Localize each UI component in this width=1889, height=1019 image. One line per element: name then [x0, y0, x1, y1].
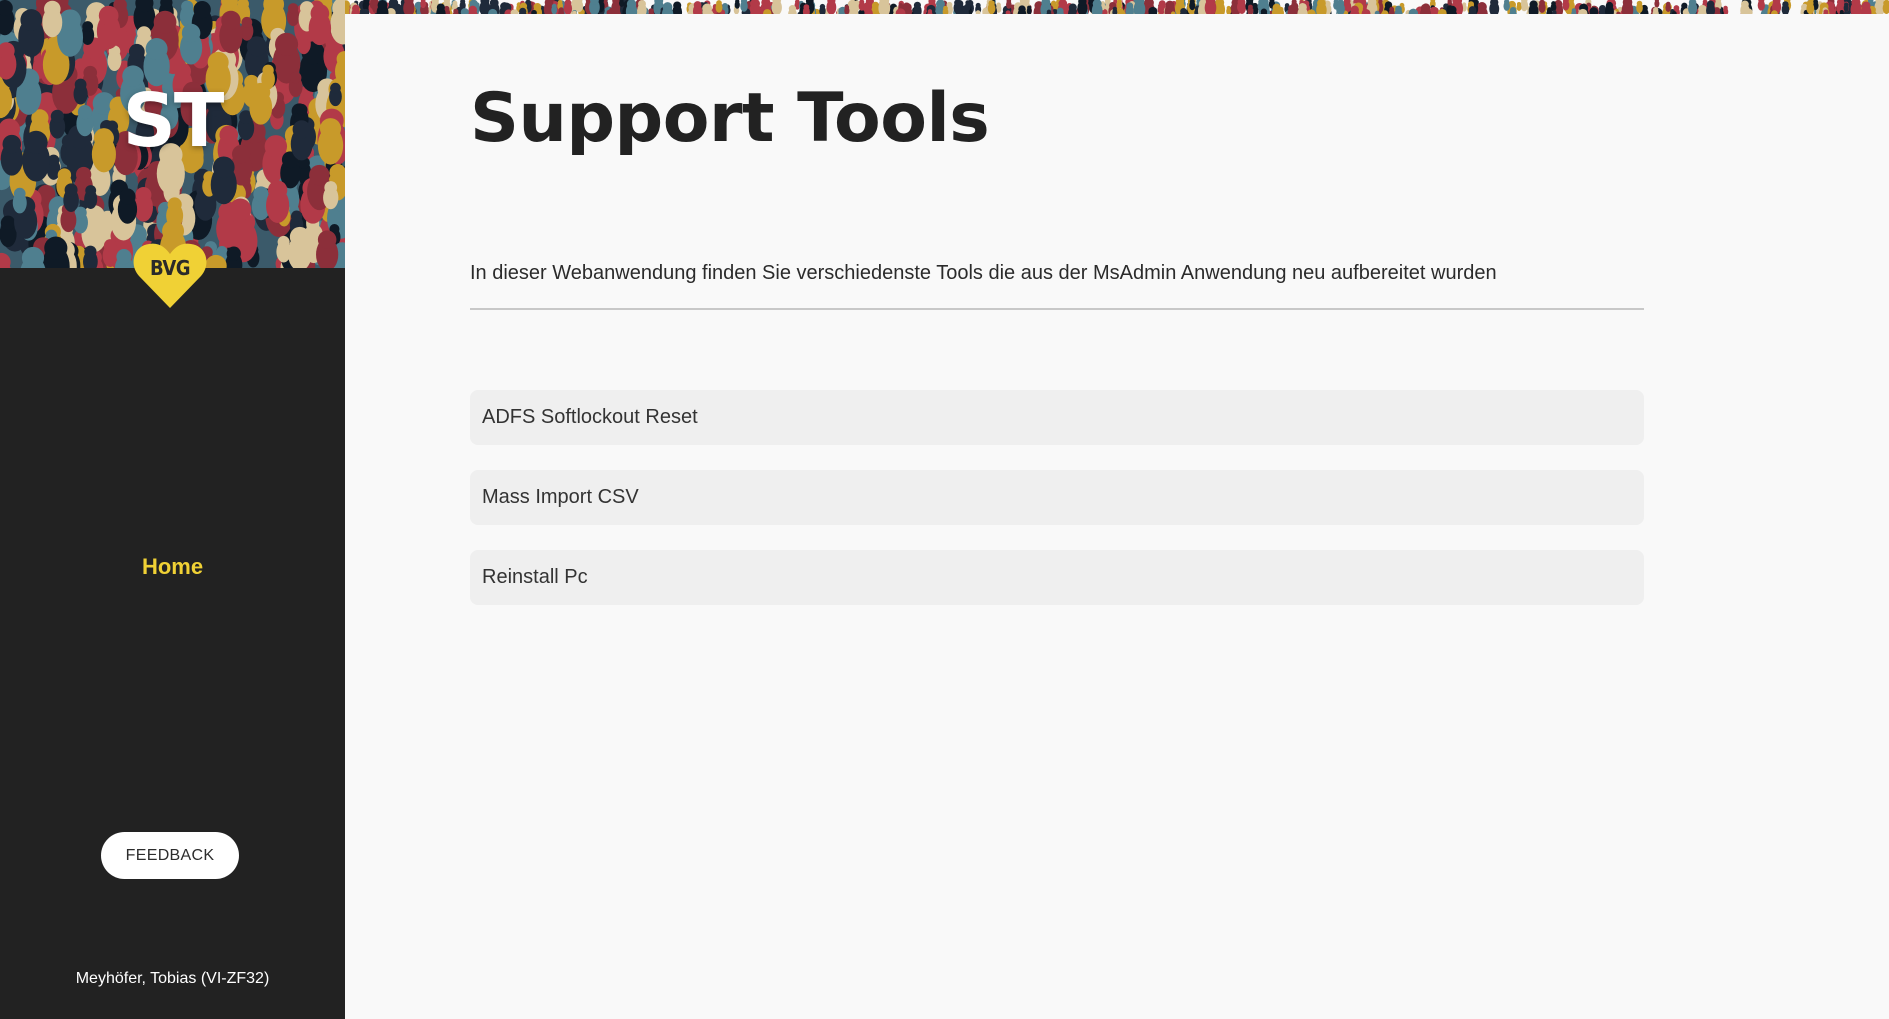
- sidebar: ST BVG Home FEEDBACK Meyhöfer, Tobias (V…: [0, 0, 345, 1019]
- tool-list: ADFS Softlockout Reset Mass Import CSV R…: [470, 390, 1644, 630]
- bvg-heart-icon: BVG: [131, 238, 209, 310]
- page-title: Support Tools: [470, 79, 990, 158]
- intro-text: In dieser Webanwendung finden Sie versch…: [470, 262, 1497, 284]
- tool-item-adfs-softlockout-reset[interactable]: ADFS Softlockout Reset: [470, 390, 1644, 445]
- brand-badge-label: BVG: [149, 256, 191, 280]
- tool-item-mass-import-csv[interactable]: Mass Import CSV: [470, 470, 1644, 525]
- strip-pattern-graphic: [345, 0, 1889, 14]
- main-content: Support Tools In dieser Webanwendung fin…: [345, 14, 1889, 1019]
- tool-item-reinstall-pc[interactable]: Reinstall Pc: [470, 550, 1644, 605]
- divider: [470, 308, 1644, 310]
- crowd-pattern-banner: ST: [0, 0, 345, 268]
- sidebar-item-home[interactable]: Home: [0, 554, 345, 580]
- current-user-name: Meyhöfer, Tobias (VI-ZF32): [75, 970, 270, 987]
- feedback-button[interactable]: FEEDBACK: [101, 832, 239, 879]
- top-pattern-strip: [345, 0, 1889, 14]
- app-logo-text: ST: [122, 78, 225, 164]
- app-window: ST BVG Home FEEDBACK Meyhöfer, Tobias (V…: [0, 0, 1889, 1019]
